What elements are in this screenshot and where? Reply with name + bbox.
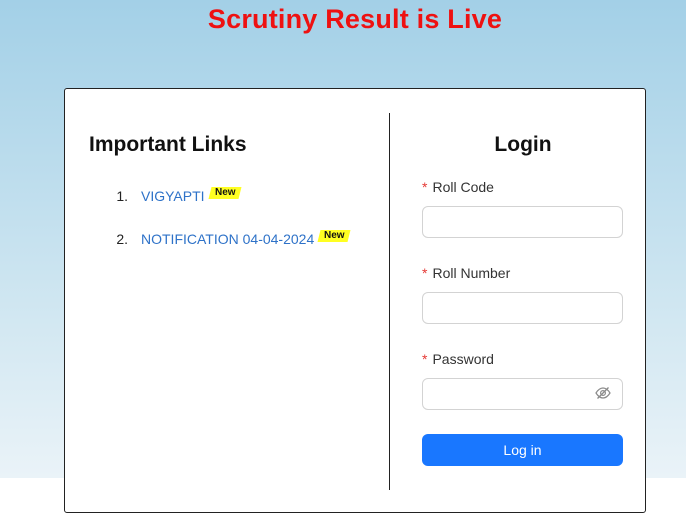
roll-code-label: * Roll Code bbox=[422, 179, 494, 195]
roll-number-label: * Roll Number bbox=[422, 265, 511, 281]
column-divider bbox=[389, 113, 390, 490]
important-links-heading: Important Links bbox=[89, 133, 247, 156]
list-item-number: 2. bbox=[116, 231, 128, 247]
list-item-number: 1. bbox=[116, 188, 128, 204]
new-badge: New bbox=[208, 186, 241, 199]
page-banner: Scrutiny Result is Live bbox=[207, 4, 503, 34]
required-mark: * bbox=[422, 179, 428, 195]
important-links-list: 1. VIGYAPTI New 2. NOTIFICATION 04-04-20… bbox=[89, 186, 351, 272]
new-badge: New bbox=[317, 229, 351, 242]
vigyapti-link[interactable]: VIGYAPTI bbox=[141, 188, 205, 204]
required-mark: * bbox=[422, 265, 428, 281]
password-label: * Password bbox=[422, 351, 494, 367]
roll-number-input[interactable] bbox=[422, 292, 623, 324]
password-input[interactable] bbox=[422, 378, 623, 410]
eye-slash-icon[interactable] bbox=[595, 386, 611, 400]
list-item: 1. VIGYAPTI New bbox=[89, 186, 349, 206]
required-mark: * bbox=[422, 351, 428, 367]
notification-link[interactable]: NOTIFICATION 04-04-2024 bbox=[141, 231, 314, 247]
main-card: Important Links 1. VIGYAPTI New 2. NOTIF… bbox=[64, 88, 646, 513]
login-heading: Login bbox=[494, 133, 552, 156]
roll-code-input[interactable] bbox=[422, 206, 623, 238]
login-button[interactable]: Log in bbox=[422, 434, 623, 466]
list-item: 2. NOTIFICATION 04-04-2024 New bbox=[89, 229, 351, 249]
